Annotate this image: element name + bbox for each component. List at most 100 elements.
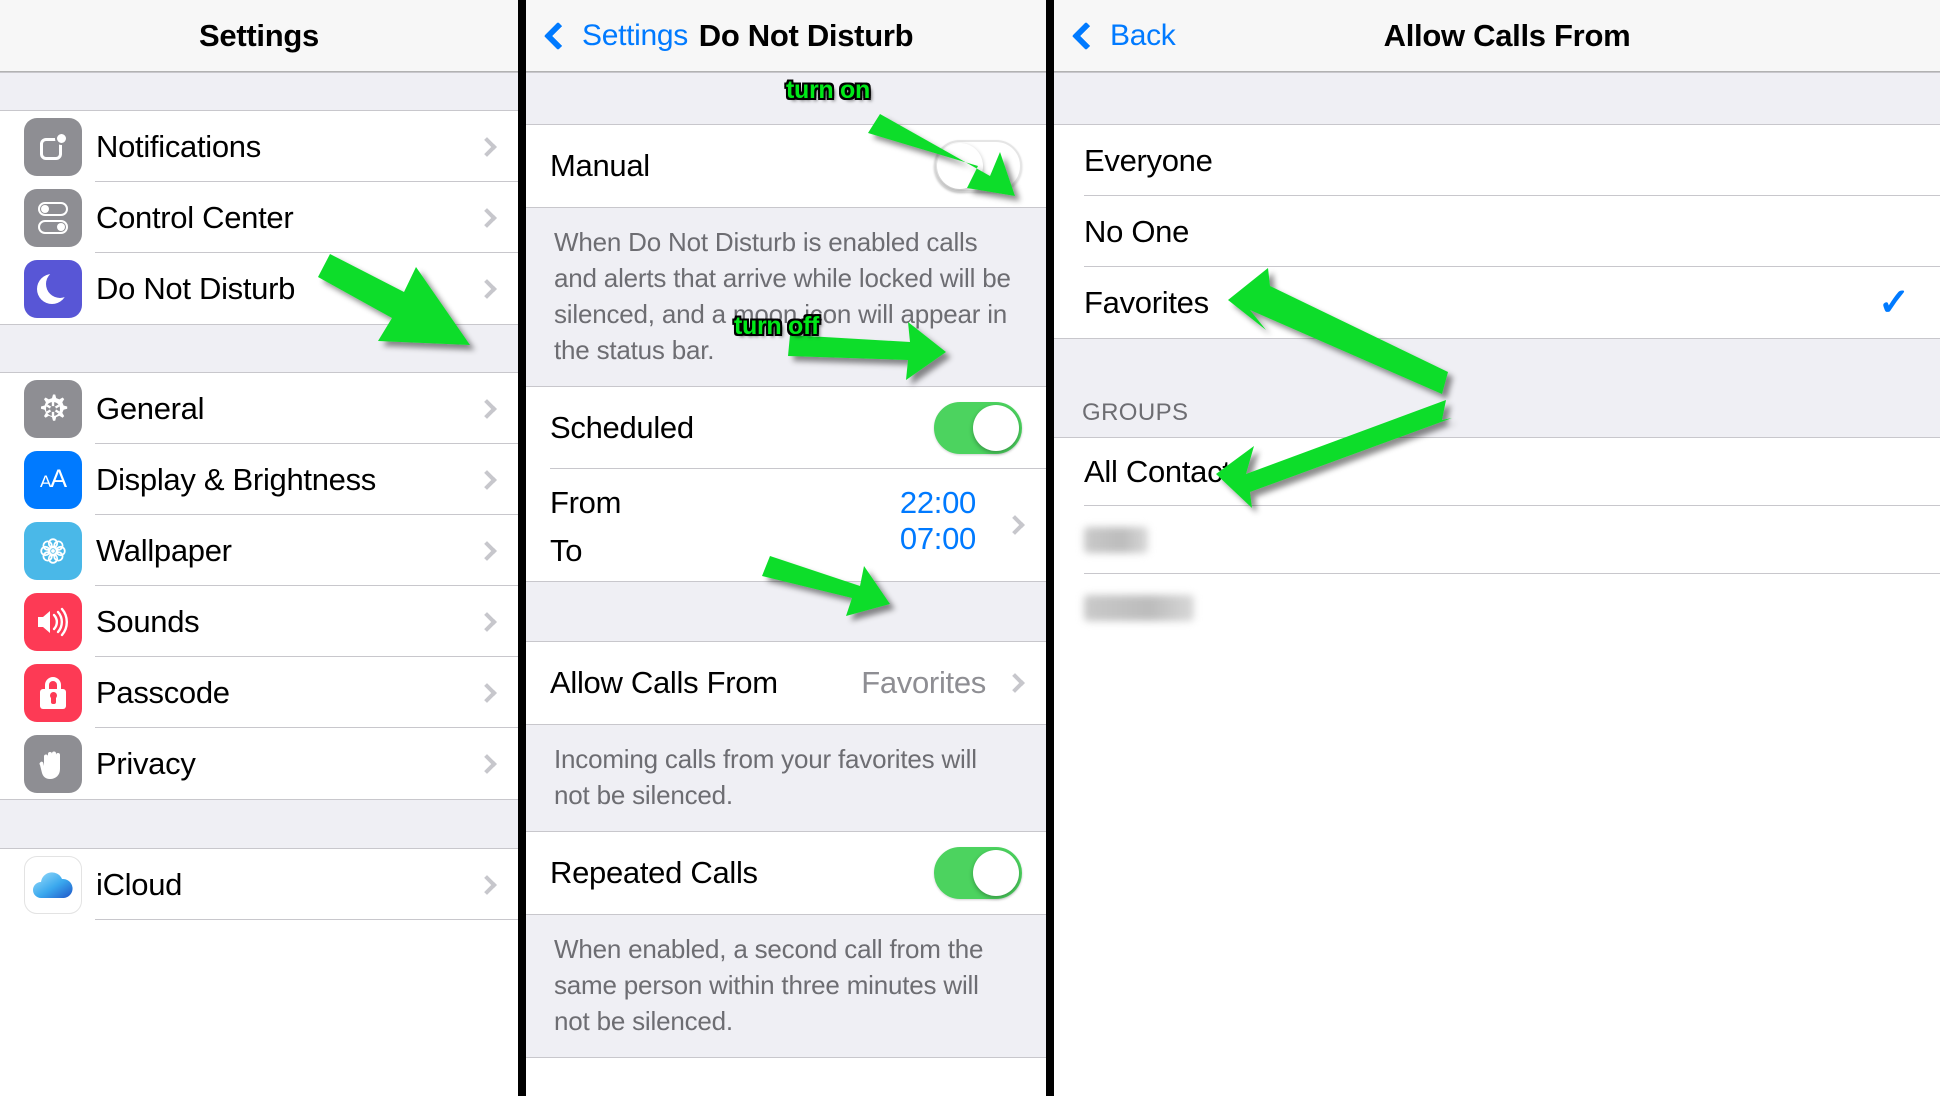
scheduled-label: Scheduled: [550, 410, 694, 445]
allow-calls-group: Allow Calls From Favorites: [526, 642, 1046, 724]
gear-glyph: [40, 394, 68, 421]
groups-section-header: GROUPS: [1054, 338, 1940, 438]
chevron-right-icon: [1005, 673, 1025, 693]
back-to-settings-button[interactable]: Settings: [543, 18, 688, 53]
flower-icon: [24, 521, 82, 580]
allow-calls-from-value: Favorites: [861, 665, 986, 700]
dnd-navbar: Settings Do Not Disturb: [526, 0, 1046, 72]
flower-glyph: [40, 537, 66, 564]
checkmark-icon: ✓: [1878, 281, 1910, 324]
manual-row[interactable]: Manual: [526, 125, 1046, 207]
manual-label: Manual: [550, 148, 650, 183]
hand-icon: [24, 734, 82, 793]
page-title: Settings: [199, 17, 319, 53]
sidebar-item-label: Display & Brightness: [96, 461, 377, 497]
sidebar-item-icloud[interactable]: iCloud: [0, 849, 518, 920]
back-label: Back: [1110, 18, 1176, 52]
list-gap: [0, 72, 518, 111]
sidebar-item-label: iCloud: [96, 866, 183, 902]
sidebar-item-label: Privacy: [96, 745, 196, 781]
list-gap: [0, 324, 518, 373]
icloud-glyph: [33, 871, 73, 898]
settings-group-3: iCloud: [0, 849, 518, 920]
sidebar-item-do-not-disturb[interactable]: Do Not Disturb: [0, 253, 518, 324]
list-gap: [526, 72, 1046, 125]
notifications-icon: [24, 117, 82, 176]
sidebar-item-label: Sounds: [96, 603, 200, 639]
scheduled-row[interactable]: Scheduled: [526, 387, 1046, 469]
do-not-disturb-panel: Settings Do Not Disturb Manual When Do N…: [526, 0, 1046, 1096]
to-value: 07:00: [899, 521, 976, 556]
sidebar-item-privacy[interactable]: Privacy: [0, 728, 518, 799]
chevron-right-icon: [477, 753, 497, 774]
sidebar-item-notifications[interactable]: Notifications: [0, 111, 518, 182]
allow-calls-from-row[interactable]: Allow Calls From Favorites: [526, 642, 1046, 724]
chevron-right-icon: [477, 398, 497, 419]
schedule-time-row[interactable]: From To 22:00 07:00: [526, 469, 1046, 581]
chevron-right-icon: [477, 874, 497, 895]
chevron-left-icon: [543, 21, 573, 50]
chevron-right-icon: [477, 540, 497, 561]
scheduled-toggle[interactable]: [934, 402, 1022, 454]
icloud-icon: [24, 855, 82, 914]
repeated-calls-label: Repeated Calls: [550, 855, 758, 890]
repeated-calls-group: Repeated Calls: [526, 832, 1046, 914]
sidebar-item-control-center[interactable]: Control Center: [0, 182, 518, 253]
manual-toggle[interactable]: [934, 140, 1022, 192]
call-options-group: Everyone No One Favorites ✓: [1054, 125, 1940, 338]
sidebar-item-label: Do Not Disturb: [96, 270, 296, 306]
allow-calls-from-label: Allow Calls From: [550, 665, 778, 700]
settings-group-1: Notifications Control Center Do Not Dist…: [0, 111, 518, 324]
moon-icon: [24, 259, 82, 318]
sidebar-item-display-brightness[interactable]: AA Display & Brightness: [0, 444, 518, 515]
chevron-right-icon: [477, 682, 497, 703]
group-item-redacted-1[interactable]: [1054, 506, 1940, 574]
list-gap: [526, 581, 1046, 642]
hand-glyph: [39, 751, 60, 779]
settings-group-2: General AA Display & Brightness Wallpape…: [0, 373, 518, 799]
from-value: 22:00: [899, 485, 976, 520]
back-button[interactable]: Back: [1071, 18, 1176, 53]
sidebar-item-wallpaper[interactable]: Wallpaper: [0, 515, 518, 586]
chevron-left-icon: [1071, 21, 1101, 50]
allow-calls-from-panel: Back Allow Calls From Everyone No One Fa…: [1054, 0, 1940, 1096]
scheduled-group: Scheduled From To 22:00 07:00: [526, 387, 1046, 581]
option-favorites[interactable]: Favorites ✓: [1054, 267, 1940, 338]
group-item-all-contacts[interactable]: All Contacts: [1054, 438, 1940, 506]
page-title: Allow Calls From: [1383, 17, 1631, 53]
sidebar-item-passcode[interactable]: Passcode: [0, 657, 518, 728]
control-center-icon: [24, 188, 82, 247]
repeated-calls-row[interactable]: Repeated Calls: [526, 832, 1046, 914]
lock-icon: [24, 663, 82, 722]
allow-calls-footer-text: Incoming calls from your favorites will …: [526, 724, 1046, 832]
manual-group: Manual: [526, 125, 1046, 207]
redacted-contact-name: [1084, 595, 1194, 621]
chevron-right-icon: [477, 611, 497, 632]
option-label: Everyone: [1084, 142, 1213, 178]
to-label: To: [550, 533, 583, 568]
back-label: Settings: [582, 18, 688, 52]
gear-icon: [24, 379, 82, 438]
schedule-time-values: 22:00 07:00: [900, 485, 976, 557]
option-label: No One: [1084, 213, 1190, 249]
repeated-calls-footer-text: When enabled, a second call from the sam…: [526, 914, 1046, 1058]
panel-divider: [518, 0, 526, 1096]
from-label: From: [550, 485, 622, 520]
speaker-icon: [24, 592, 82, 651]
sidebar-item-general[interactable]: General: [0, 373, 518, 444]
groups-list: All Contacts: [1054, 438, 1940, 642]
list-gap: [0, 799, 518, 849]
sidebar-item-sounds[interactable]: Sounds: [0, 586, 518, 657]
tutorial-screenshot: Settings Notifications Control Center Do…: [0, 0, 1940, 1096]
group-item-label: All Contacts: [1084, 454, 1246, 489]
option-everyone[interactable]: Everyone: [1054, 125, 1940, 196]
sidebar-item-label: General: [96, 390, 205, 426]
sidebar-item-label: Wallpaper: [96, 532, 232, 568]
repeated-calls-toggle[interactable]: [934, 847, 1022, 899]
group-item-redacted-2[interactable]: [1054, 574, 1940, 642]
settings-panel: Settings Notifications Control Center Do…: [0, 0, 518, 1096]
calls-navbar: Back Allow Calls From: [1054, 0, 1940, 72]
option-no-one[interactable]: No One: [1054, 196, 1940, 267]
list-gap: [1054, 72, 1940, 125]
sidebar-item-label: Notifications: [96, 128, 261, 164]
